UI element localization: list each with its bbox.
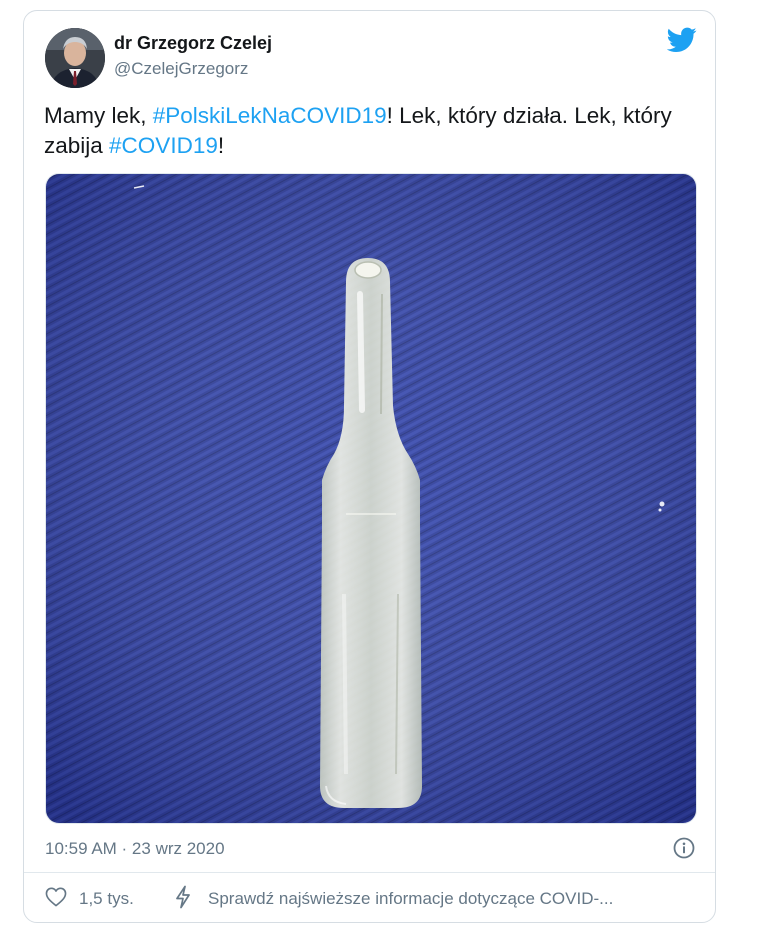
author-avatar[interactable] (45, 28, 105, 88)
covid-info-link[interactable]: Sprawdź najświeższe informacje dotyczące… (174, 885, 614, 914)
lightning-icon (174, 885, 192, 914)
info-icon[interactable] (673, 837, 695, 859)
twitter-bird-icon[interactable] (666, 27, 697, 53)
tweet-text-part: Mamy lek, (44, 103, 153, 128)
tweet-text: Mamy lek, #PolskiLekNaCOVID19! Lek, któr… (44, 101, 684, 161)
like-count: 1,5 tys. (79, 889, 134, 908)
tweet-card[interactable]: dr Grzegorz Czelej @CzelejGrzegorz Mamy … (23, 10, 716, 923)
tweet-text-part: ! (217, 133, 225, 158)
tweet-timestamp[interactable]: 10:59 AM · 23 wrz 2020 (45, 839, 225, 859)
author-name[interactable]: dr Grzegorz Czelej (114, 33, 272, 54)
covid-info-text: Sprawdź najświeższe informacje dotyczące… (208, 889, 614, 908)
like-button[interactable]: 1,5 tys. (45, 886, 134, 912)
hashtag-link[interactable]: #PolskiLekNaCOVID19 (153, 103, 387, 128)
tweet-photo[interactable] (45, 173, 697, 824)
heart-icon (45, 887, 67, 912)
divider (24, 872, 715, 873)
hashtag-link[interactable]: #COVID19 (109, 133, 218, 158)
author-handle[interactable]: @CzelejGrzegorz (114, 59, 248, 79)
